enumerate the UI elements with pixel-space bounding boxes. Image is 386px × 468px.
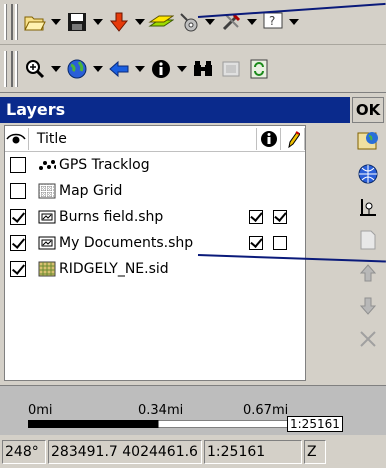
open-dropdown-chevron-icon[interactable] [49, 7, 63, 37]
layer-list: Title GPS Tracklog Map Grid Burns field.… [4, 125, 306, 381]
raster-icon [38, 261, 56, 277]
layers-icon[interactable] [147, 7, 175, 37]
layer-visibility-checkbox[interactable] [10, 235, 26, 251]
layer-row[interactable]: RIDGELY_NE.sid [5, 256, 305, 282]
layer-edit-checkbox[interactable] [273, 236, 287, 250]
layer-info-checkbox[interactable] [249, 236, 263, 250]
document-icon [355, 228, 381, 252]
scale-label-0: 0mi [28, 403, 53, 418]
add-layer-map-icon[interactable] [355, 129, 381, 153]
find-binoculars-icon[interactable] [189, 54, 217, 84]
layer-label: Burns field.shp [59, 209, 164, 225]
status-scale: 1:25161 [204, 440, 302, 464]
title-column-header[interactable]: Title [29, 127, 258, 150]
back-arrow-icon[interactable] [105, 54, 133, 84]
layer-visibility-checkbox[interactable] [10, 157, 26, 173]
scale-ratio-label: 1:25161 [287, 416, 343, 432]
scale-label-2: 0.67mi [243, 403, 289, 418]
list-header: Title [5, 126, 305, 152]
layer-info-checkbox[interactable] [249, 210, 263, 224]
layer-row[interactable]: Map Grid [5, 178, 305, 204]
refresh-icon[interactable] [245, 54, 273, 84]
add-data-icon[interactable] [105, 7, 133, 37]
save-icon[interactable] [63, 7, 91, 37]
info-icon[interactable] [147, 54, 175, 84]
info-column-icon [257, 127, 282, 150]
map-scale-area[interactable]: 0mi 0.34mi 0.67mi 1:25161 [0, 385, 386, 435]
shapefile-icon [38, 209, 56, 225]
layer-tools-column [352, 129, 384, 381]
toolbar-grip[interactable] [4, 50, 13, 87]
edit-pencil-icon [281, 127, 305, 150]
status-coordinates: 283491.7 4024461.6 [48, 440, 202, 464]
gps-dropdown-chevron-icon[interactable] [203, 7, 217, 37]
move-down-arrow-icon [355, 294, 381, 318]
open-folder-icon[interactable] [21, 7, 49, 37]
info-dropdown-chevron-icon[interactable] [175, 54, 189, 84]
tools-icon[interactable] [217, 7, 245, 37]
save-dropdown-chevron-icon[interactable] [91, 7, 105, 37]
layer-visibility-checkbox[interactable] [10, 183, 26, 199]
scale-label-1: 0.34mi [138, 403, 184, 418]
zoom-icon[interactable] [21, 54, 49, 84]
zoom-dropdown-chevron-icon[interactable] [49, 54, 63, 84]
svg-text:?: ? [269, 14, 275, 28]
layer-visibility-checkbox[interactable] [10, 261, 26, 277]
layer-row[interactable]: Burns field.shp [5, 204, 305, 230]
layer-visibility-checkbox[interactable] [10, 209, 26, 225]
scale-bar [28, 420, 288, 428]
layer-label: RIDGELY_NE.sid [59, 261, 169, 277]
image-icon[interactable] [217, 54, 245, 84]
navigation-toolbar [0, 45, 386, 93]
layer-properties-icon[interactable] [355, 195, 381, 219]
shapefile-icon [38, 235, 56, 251]
status-heading: 248° [2, 440, 46, 464]
layer-label: Map Grid [59, 183, 123, 199]
gps-tracklog-icon [38, 157, 56, 173]
toolbar-grip[interactable] [4, 4, 13, 40]
layer-row[interactable]: My Documents.shp [5, 230, 305, 256]
status-bar: 248° 283491.7 4024461.6 1:25161 Z [0, 436, 386, 468]
gps-settings-icon[interactable] [175, 7, 203, 37]
add-data-dropdown-chevron-icon[interactable] [133, 7, 147, 37]
visibility-eye-icon [5, 127, 29, 150]
layer-row[interactable]: GPS Tracklog [5, 152, 305, 178]
back-dropdown-chevron-icon[interactable] [133, 54, 147, 84]
layer-label: My Documents.shp [59, 235, 194, 251]
grid-icon [38, 183, 56, 199]
ok-button[interactable]: OK [352, 97, 384, 123]
layer-edit-checkbox[interactable] [273, 210, 287, 224]
layers-panel: Layers OK Title GPS Tracklog Map Grid Bu… [0, 93, 386, 385]
remove-layer-close-icon [355, 327, 381, 351]
move-up-arrow-icon [355, 261, 381, 285]
online-globe-icon[interactable] [355, 162, 381, 186]
panel-title: Layers [0, 97, 350, 123]
status-extra: Z [304, 440, 326, 464]
globe-icon[interactable] [63, 54, 91, 84]
layer-label: GPS Tracklog [59, 157, 150, 173]
globe-dropdown-chevron-icon[interactable] [91, 54, 105, 84]
